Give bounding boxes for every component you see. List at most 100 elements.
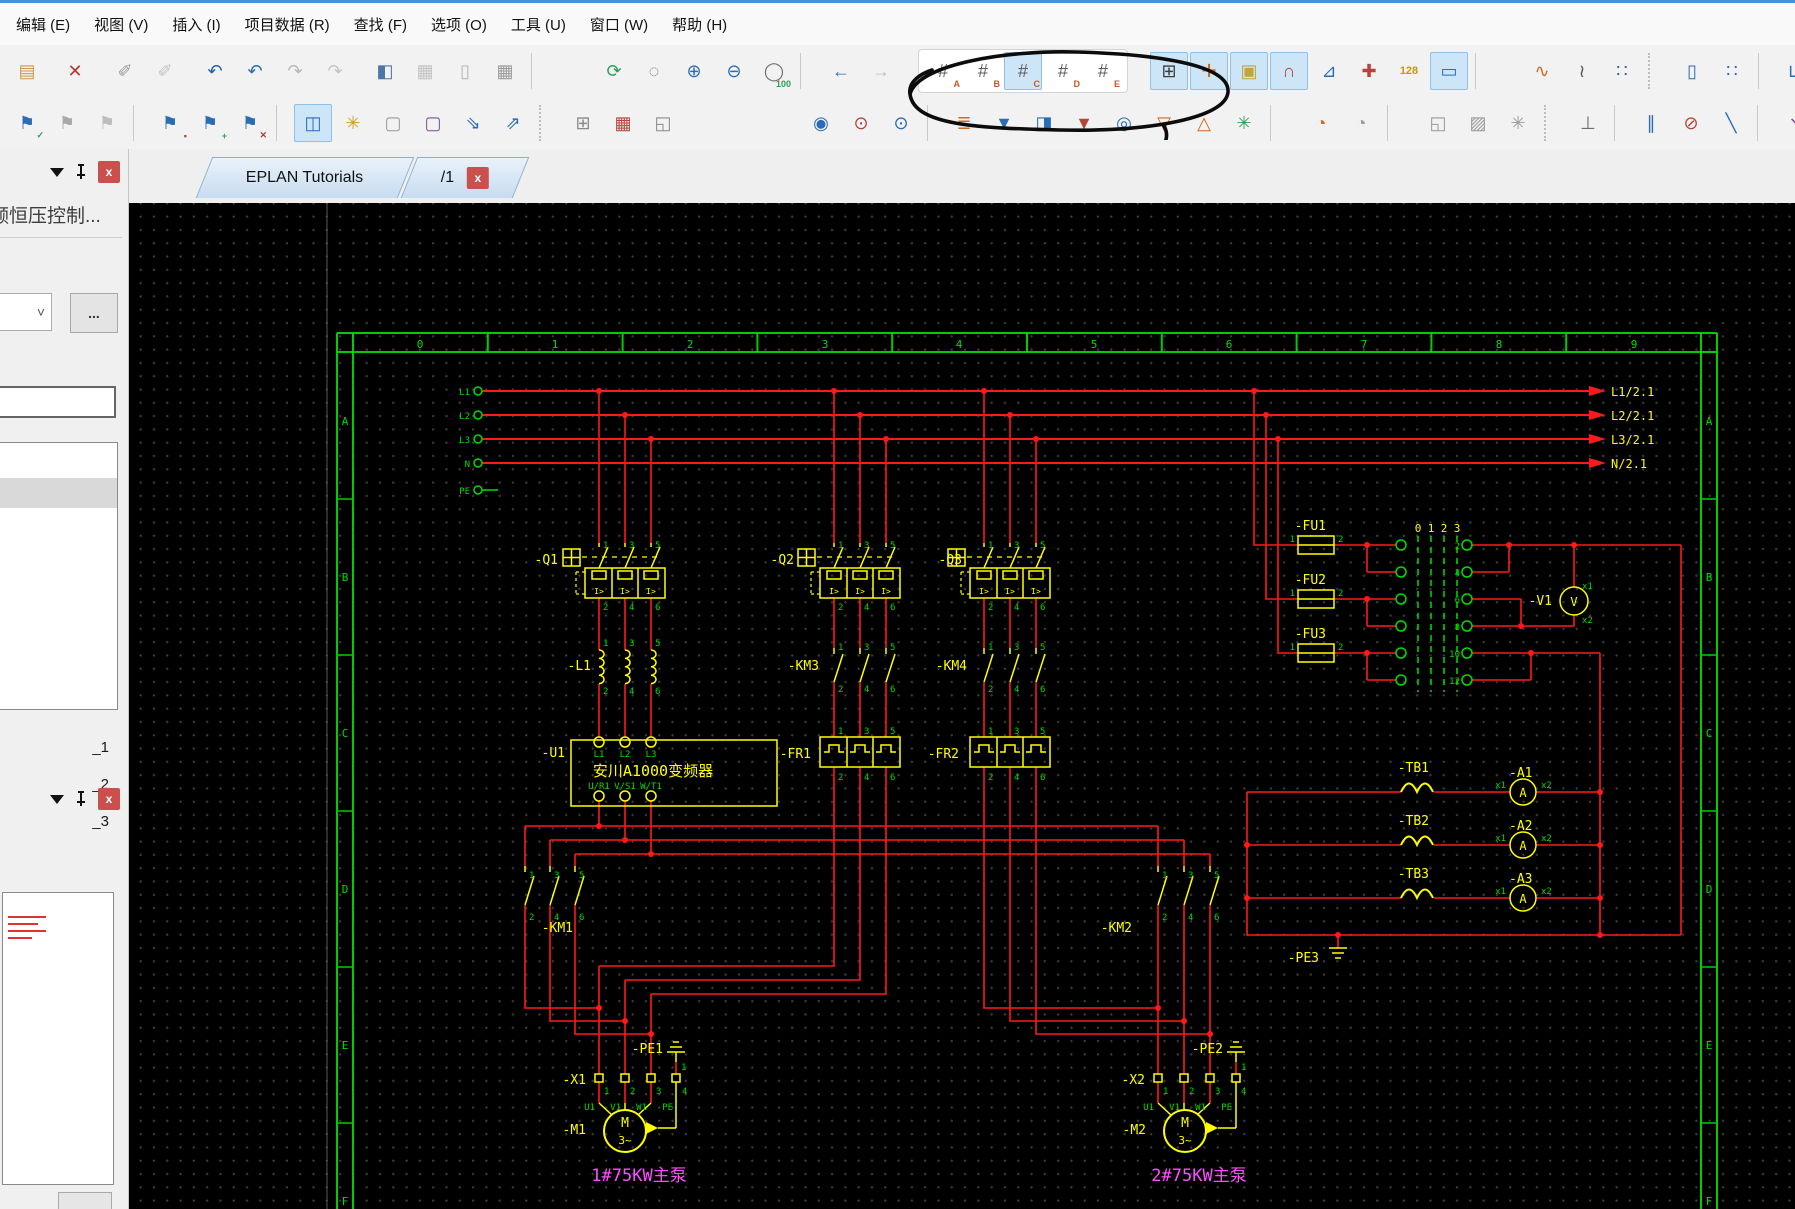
grid-c-icon[interactable]: # C xyxy=(1004,52,1042,90)
grid-e-icon[interactable]: # E xyxy=(1084,52,1122,90)
insert-device-icon[interactable]: ⊙ xyxy=(842,104,880,142)
zoom-window-icon[interactable]: ◌ xyxy=(635,52,673,90)
panel2-close-icon[interactable]: x xyxy=(98,788,120,810)
paste-icon[interactable]: ▤ xyxy=(8,52,46,90)
redo-list-icon[interactable]: ↷ xyxy=(316,52,354,90)
grid-b-icon[interactable]: # B xyxy=(964,52,1002,90)
workspace-layout-icon[interactable]: ◧ xyxy=(366,52,404,90)
import-page-icon[interactable]: ⇘ xyxy=(454,104,492,142)
insert-multiple-terminals-icon[interactable]: ≣ xyxy=(945,104,983,142)
menu-find[interactable]: 查找 (F) xyxy=(342,10,419,39)
insert-terminal-icon[interactable]: ⊙ xyxy=(882,104,920,142)
gauge-device-icon[interactable]: ◔ xyxy=(1302,104,1340,142)
delete-selection-icon[interactable]: ✕ xyxy=(56,52,94,90)
goto-first-icon[interactable]: ⚑ ✓ xyxy=(8,104,46,142)
text-size-128-icon[interactable]: 128 xyxy=(1390,52,1428,90)
tab-page-1[interactable]: /1 x xyxy=(400,157,530,198)
connection-navigator-icon[interactable]: ▼ xyxy=(1065,104,1103,142)
menu-edit[interactable]: 编辑 (E) xyxy=(4,10,82,39)
menu-help[interactable]: 帮助 (H) xyxy=(660,10,739,39)
page-macro-icon[interactable]: ▢ xyxy=(374,104,412,142)
menu-insert[interactable]: 插入 (I) xyxy=(160,10,232,39)
navigate-back-icon[interactable]: ← xyxy=(822,52,860,90)
undo-icon[interactable]: ↶ xyxy=(196,52,234,90)
potential-circle-icon[interactable]: ⊘ xyxy=(1672,104,1710,142)
panel1-close-icon[interactable]: x xyxy=(98,161,120,183)
interruption-point-icon[interactable]: ↘ xyxy=(1777,104,1795,142)
snap-to-grid-icon[interactable]: ✛ xyxy=(1190,52,1228,90)
pin-icon[interactable] xyxy=(74,791,88,807)
shield-insert-icon[interactable]: ▽ xyxy=(1145,104,1183,142)
device-box-icon[interactable]: ▯ xyxy=(1673,52,1711,90)
parts-cart-icon[interactable]: ⊔ xyxy=(1776,52,1795,90)
insert-window-macro-icon[interactable]: ⊞ xyxy=(564,104,602,142)
star-region-icon[interactable]: ✳ xyxy=(1499,104,1537,142)
goto-previous-icon[interactable]: ⚑ xyxy=(48,104,86,142)
selected-row[interactable] xyxy=(0,478,117,508)
panel-menu-icon[interactable] xyxy=(50,167,64,177)
drawing-canvas[interactable]: 0 1 2 3 4 5 6 7 8 9 A B C D E F A B C D E F L1 L2 L3 N PE L1/2.1 L2/… xyxy=(129,203,1795,1209)
schematic-label: PE xyxy=(1221,1103,1232,1113)
list-item[interactable]: _1 xyxy=(92,739,109,756)
redo-icon[interactable]: ↷ xyxy=(276,52,314,90)
new-page-icon[interactable]: ✳ xyxy=(334,104,372,142)
menu-utilities[interactable]: 工具 (U) xyxy=(499,10,578,39)
goto-counterpart-icon[interactable]: ⚑ ▪ xyxy=(151,104,189,142)
insert-symbol-macro-icon[interactable]: ▦ xyxy=(604,104,642,142)
page-list[interactable]: _1 _2 _3 xyxy=(0,442,118,830)
tab-close-icon[interactable]: x xyxy=(466,167,489,189)
search-input[interactable] xyxy=(0,386,116,418)
connection-points-icon[interactable]: ✳ xyxy=(1225,104,1263,142)
menu-options[interactable]: 选项 (O) xyxy=(419,10,499,39)
hatch-region-icon[interactable]: ▨ xyxy=(1459,104,1497,142)
window-macro-icon[interactable]: ▢ xyxy=(414,104,452,142)
goto-plus-icon[interactable]: ⚑ + xyxy=(191,104,229,142)
coordinate-input-icon[interactable]: ⊿ xyxy=(1310,52,1348,90)
grid-d-icon[interactable]: # D xyxy=(1044,52,1082,90)
insert-symbol-icon[interactable]: ◉ xyxy=(802,104,840,142)
terminal-strip-navigator-icon[interactable]: ▼ xyxy=(985,104,1023,142)
page-navigator-icon[interactable]: ◫ xyxy=(294,104,332,142)
menu-view[interactable]: 视图 (V) xyxy=(82,10,160,39)
tab-project[interactable]: EPLAN Tutorials xyxy=(195,157,415,198)
topology-icon[interactable]: ∷ xyxy=(1713,52,1751,90)
grid-a-icon[interactable]: # A xyxy=(924,52,962,90)
navigate-forward-icon[interactable]: → xyxy=(862,52,900,90)
filter-combobox[interactable]: ˅ xyxy=(0,293,52,331)
plc-navigator-icon[interactable]: ◨ xyxy=(1025,104,1063,142)
place-region-icon[interactable]: ◱ xyxy=(644,104,682,142)
busbar-connection-icon[interactable]: ∥ xyxy=(1632,104,1670,142)
potential-tracking-icon[interactable]: ∿ xyxy=(1523,52,1561,90)
cable-redraw-icon[interactable]: △ xyxy=(1185,104,1223,142)
grid-display-icon[interactable]: ⊞ xyxy=(1150,52,1188,90)
page-layout-icon[interactable]: ▦ xyxy=(406,52,444,90)
goto-next-icon[interactable]: ⚑ xyxy=(88,104,126,142)
menu-project-data[interactable]: 项目数据 (R) xyxy=(233,10,342,39)
check-document-icon[interactable]: ▯ xyxy=(446,52,484,90)
cable-navigator-icon[interactable]: ◎ xyxy=(1105,104,1143,142)
design-mode-icon[interactable]: ▣ xyxy=(1230,52,1268,90)
zoom-in-icon[interactable]: ⊕ xyxy=(675,52,713,90)
format-paint-copy-icon[interactable]: ✐ xyxy=(106,52,144,90)
zoom-100-icon[interactable]: ◯ 100 xyxy=(755,52,793,90)
signal-tracking-icon[interactable]: ≀ xyxy=(1563,52,1601,90)
zoom-out-icon[interactable]: ⊖ xyxy=(715,52,753,90)
earth-terminal-icon[interactable]: ⊥ xyxy=(1569,104,1607,142)
browse-button[interactable]: ... xyxy=(70,293,118,333)
menu-window[interactable]: 窗口 (W) xyxy=(578,10,660,39)
potential-line-icon[interactable]: ╲ xyxy=(1712,104,1750,142)
graphical-preview-icon[interactable]: ▭ xyxy=(1430,52,1468,90)
goto-unconnected-icon[interactable]: ⚑ ✕ xyxy=(231,104,269,142)
object-snap-icon[interactable]: ∩ xyxy=(1270,52,1308,90)
panel-region-icon[interactable]: ◱ xyxy=(1419,104,1457,142)
undo-list-icon[interactable]: ↶ xyxy=(236,52,274,90)
panel-menu-icon[interactable] xyxy=(50,794,64,804)
pin-icon[interactable] xyxy=(74,164,88,180)
connection-tracking-icon[interactable]: ∷ xyxy=(1603,52,1641,90)
connection-symbol-icon[interactable]: ✚ xyxy=(1350,52,1388,90)
data-table-icon[interactable]: ▦ xyxy=(486,52,524,90)
export-page-icon[interactable]: ⇗ xyxy=(494,104,532,142)
gauge-check-icon[interactable]: ◔ xyxy=(1342,104,1380,142)
refresh-icon[interactable]: ⟳ xyxy=(595,52,633,90)
format-paint-apply-icon[interactable]: ✐ xyxy=(146,52,184,90)
